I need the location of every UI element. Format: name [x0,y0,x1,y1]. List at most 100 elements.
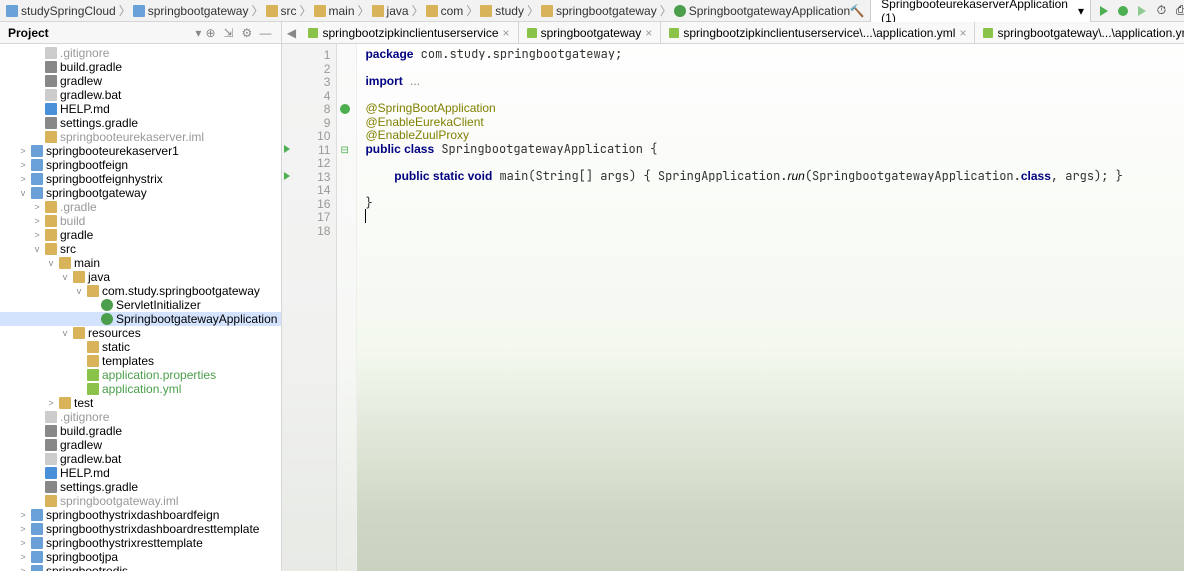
breadcrumb-item[interactable]: main〉 [314,2,370,19]
settings-icon[interactable]: ⚙ [241,26,255,40]
tab-nav-back[interactable]: ◀ [282,22,300,43]
line-number[interactable]: 17 [282,210,336,224]
line-number[interactable]: 8 [282,102,336,116]
tree-node[interactable]: >gradle [0,228,281,242]
line-number[interactable]: 16 [282,197,336,211]
expand-arrow-icon[interactable]: > [32,230,42,240]
hide-icon[interactable]: — [259,26,273,40]
collapse-icon[interactable]: ⊟ [340,145,350,155]
tree-node[interactable]: >springbootfeign [0,158,281,172]
line-gutter[interactable]: 1234891011121314161718 [282,44,337,571]
tree-node[interactable]: springbooteurekaserver.iml [0,130,281,144]
tree-node[interactable]: vresources [0,326,281,340]
tree-node[interactable]: gradlew.bat [0,452,281,466]
line-number[interactable]: 4 [282,89,336,103]
tree-node[interactable]: >springbootfeignhystrix [0,172,281,186]
expand-arrow-icon[interactable]: v [60,328,70,338]
run-gutter-icon[interactable] [284,145,290,153]
profile-button[interactable]: ⏱ [1155,4,1168,18]
tree-node[interactable]: >springbootredis [0,564,281,571]
expand-arrow-icon[interactable]: v [46,258,56,268]
select-opened-file-icon[interactable]: ⊕ [205,26,219,40]
breadcrumb-item[interactable]: java〉 [372,2,424,19]
expand-arrow-icon[interactable]: > [18,510,28,520]
expand-arrow-icon[interactable]: > [18,552,28,562]
tree-node[interactable]: static [0,340,281,354]
close-icon[interactable]: × [959,26,966,40]
code-editor[interactable]: package com.study.springbootgateway; imp… [357,44,1184,571]
line-number[interactable]: 10 [282,129,336,143]
tree-node[interactable]: templates [0,354,281,368]
expand-arrow-icon[interactable]: > [18,524,28,534]
tree-node[interactable]: gradlew [0,74,281,88]
tree-node[interactable]: springbootgateway.iml [0,494,281,508]
tree-node[interactable]: >springbooteurekaserver1 [0,144,281,158]
tree-node[interactable]: vjava [0,270,281,284]
expand-arrow-icon[interactable]: > [18,566,28,571]
project-view-dropdown[interactable]: ▾ [195,26,201,40]
breadcrumb-item[interactable]: SpringbootgatewayApplication [674,4,850,18]
run-button[interactable] [1097,4,1110,18]
breadcrumb-item[interactable]: springbootgateway〉 [541,2,672,19]
breadcrumb-item[interactable]: springbootgateway〉 [133,2,264,19]
expand-arrow-icon[interactable]: > [32,202,42,212]
breadcrumb-item[interactable]: study〉 [480,2,539,19]
tree-node[interactable]: build.gradle [0,424,281,438]
tree-node[interactable]: >.gradle [0,200,281,214]
line-number[interactable]: 2 [282,62,336,76]
tree-node[interactable]: application.yml [0,382,281,396]
tree-node[interactable]: .gitignore [0,410,281,424]
expand-all-icon[interactable]: ⇲ [223,26,237,40]
editor-tab[interactable]: springbootgateway× [519,22,662,43]
close-icon[interactable]: × [645,26,652,40]
expand-arrow-icon[interactable]: > [46,398,56,408]
tree-node[interactable]: gradlew.bat [0,88,281,102]
run-gutter-icon[interactable] [284,172,290,180]
breadcrumb-item[interactable]: com〉 [426,2,479,19]
line-number[interactable]: 13 [282,170,336,184]
breadcrumb-item[interactable]: studySpringCloud〉 [6,2,131,19]
tree-node[interactable]: settings.gradle [0,116,281,130]
expand-arrow-icon[interactable]: > [18,174,28,184]
line-number[interactable]: 3 [282,75,336,89]
tree-node[interactable]: vcom.study.springbootgateway [0,284,281,298]
tree-node[interactable]: >build [0,214,281,228]
debug-button[interactable] [1116,4,1129,18]
bookmark-icon[interactable] [340,104,350,114]
expand-arrow-icon[interactable]: > [18,146,28,156]
tree-node[interactable]: vspringbootgateway [0,186,281,200]
expand-arrow-icon[interactable]: v [32,244,42,254]
line-number[interactable]: 18 [282,224,336,238]
expand-arrow-icon[interactable]: > [18,160,28,170]
tree-node[interactable]: >springbootjpa [0,550,281,564]
build-icon[interactable]: 🔨 [850,4,864,18]
tree-node[interactable]: SpringbootgatewayApplication [0,312,281,326]
expand-arrow-icon[interactable]: v [74,286,84,296]
editor-tab[interactable]: springbootgateway\...\application.yml× [975,22,1184,43]
tree-node[interactable]: >springboothystrixdashboardresttemplate [0,522,281,536]
editor-tab[interactable]: springbootzipkinclientuserservice× [300,22,518,43]
run-coverage-button[interactable] [1136,4,1149,18]
line-number[interactable]: 11 [282,143,336,157]
line-number[interactable]: 12 [282,156,336,170]
tree-node[interactable]: HELP.md [0,466,281,480]
tree-node[interactable]: gradlew [0,438,281,452]
project-tree[interactable]: .gitignorebuild.gradlegradlewgradlew.bat… [0,44,281,571]
tree-node[interactable]: >springboothystrixdashboardfeign [0,508,281,522]
tree-node[interactable]: application.properties [0,368,281,382]
close-icon[interactable]: × [503,26,510,40]
expand-arrow-icon[interactable]: v [18,188,28,198]
expand-arrow-icon[interactable]: > [18,538,28,548]
attach-button[interactable]: ⎙ [1174,4,1184,18]
tree-node[interactable]: HELP.md [0,102,281,116]
tree-node[interactable]: ServletInitializer [0,298,281,312]
tree-node[interactable]: vmain [0,256,281,270]
tree-node[interactable]: vsrc [0,242,281,256]
line-number[interactable]: 9 [282,116,336,130]
tree-node[interactable]: settings.gradle [0,480,281,494]
line-number[interactable]: 14 [282,183,336,197]
editor-tab[interactable]: springbootzipkinclientuserservice\...\ap… [661,22,975,43]
expand-arrow-icon[interactable]: > [32,216,42,226]
expand-arrow-icon[interactable]: v [60,272,70,282]
breadcrumb-item[interactable]: src〉 [266,2,312,19]
